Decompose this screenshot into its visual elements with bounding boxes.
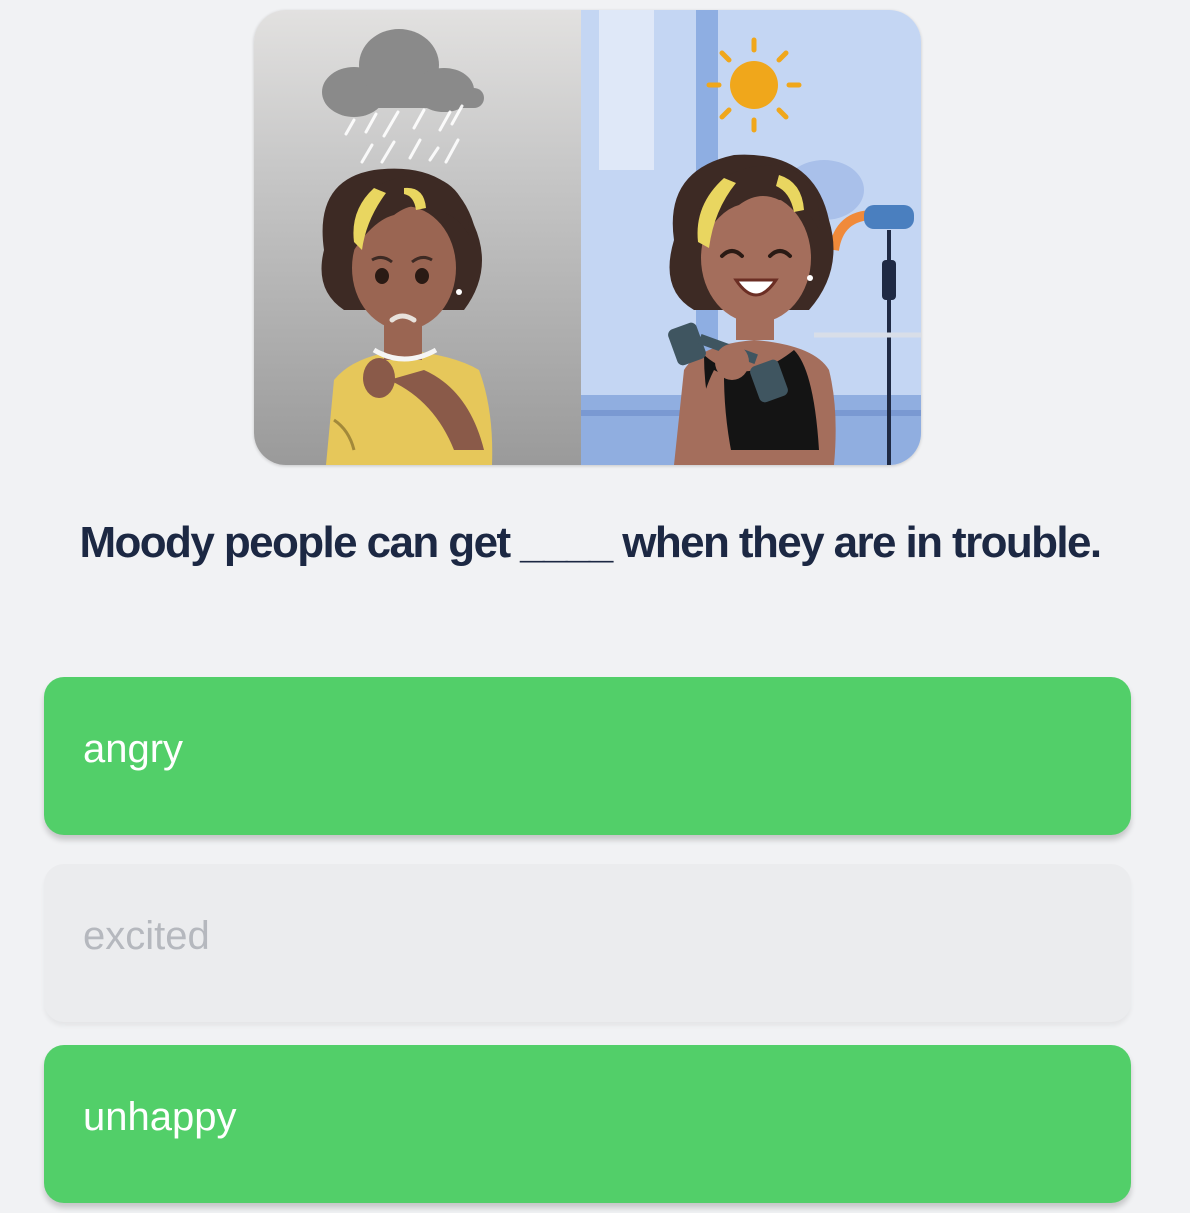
question-text: Moody people can get ____ when they are … — [40, 518, 1140, 568]
question-after: when they are in trouble. — [622, 518, 1102, 567]
question-blank: ____ — [520, 518, 613, 567]
answer-option-excited[interactable]: excited — [44, 864, 1131, 1022]
question-before: Moody people can get — [79, 518, 511, 567]
answer-option-angry[interactable]: angry — [44, 677, 1131, 835]
answer-option-unhappy[interactable]: unhappy — [44, 1045, 1131, 1203]
question-illustration — [254, 10, 921, 465]
answer-option-label: unhappy — [83, 1094, 237, 1139]
answer-option-label: excited — [83, 913, 210, 958]
answer-option-label: angry — [83, 726, 184, 771]
happy-girl-panel — [581, 10, 921, 465]
sad-girl-panel — [254, 10, 581, 465]
